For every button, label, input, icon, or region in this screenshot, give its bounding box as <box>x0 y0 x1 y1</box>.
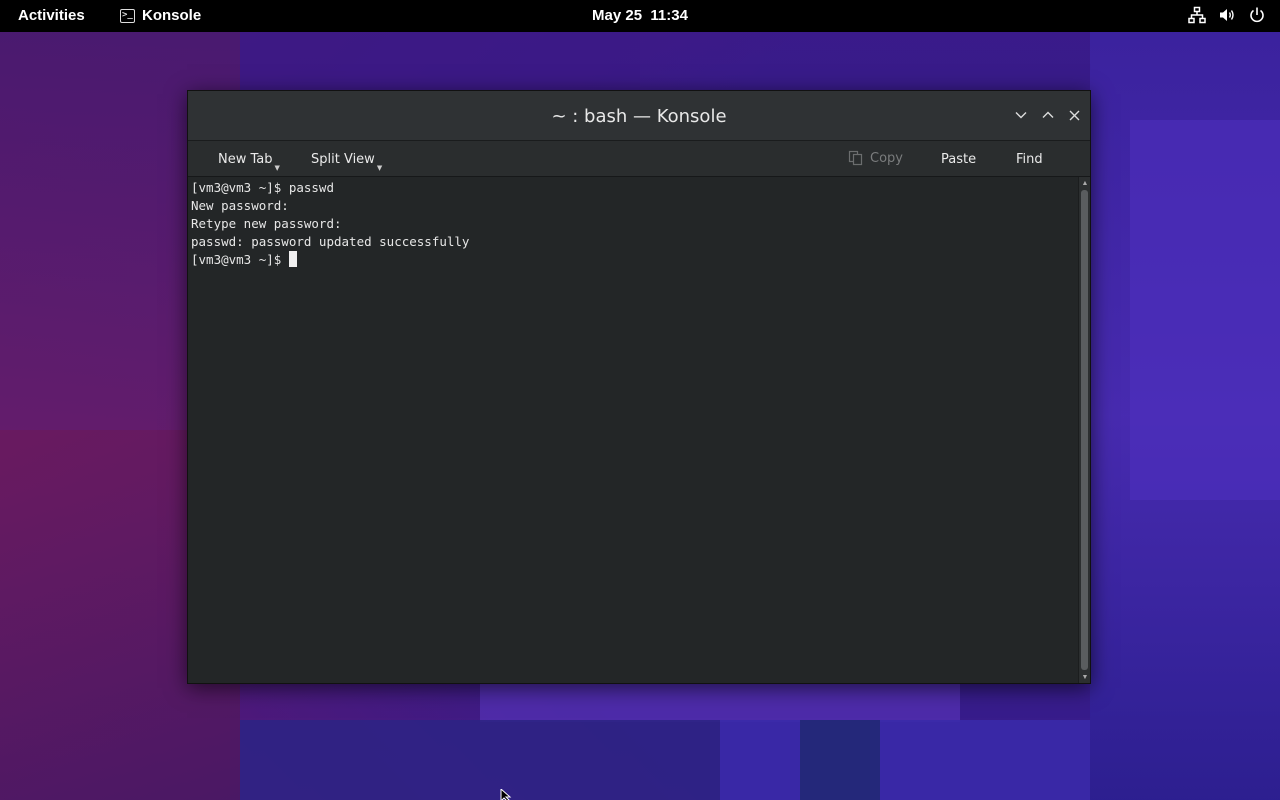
power-icon[interactable] <box>1248 6 1266 24</box>
maximize-icon[interactable] <box>1040 106 1055 124</box>
terminal-line: passwd: password updated successfully <box>191 234 470 249</box>
new-tab-label: New Tab <box>218 152 273 167</box>
system-tray[interactable] <box>1188 6 1266 24</box>
mouse-pointer-icon <box>500 787 512 800</box>
wallpaper-shape <box>240 32 640 92</box>
copy-button[interactable]: Copy <box>848 150 903 166</box>
scroll-down-icon[interactable]: ▼ <box>1079 671 1091 683</box>
find-button[interactable]: Find <box>1016 152 1043 167</box>
terminal-line: [vm3@vm3 ~]$ passwd <box>191 180 334 195</box>
split-view-button[interactable]: Split View▼ <box>311 152 382 172</box>
app-menu-label: Konsole <box>142 7 202 24</box>
wallpaper-shape <box>720 720 1090 800</box>
network-icon[interactable] <box>1188 6 1206 24</box>
top-bar: Activities >_ Konsole May 25 11:34 <box>0 0 1280 32</box>
wallpaper-shape <box>240 720 720 800</box>
terminal-line: Retype new password: <box>191 216 342 231</box>
split-view-dropdown-icon[interactable]: ▼ <box>377 164 382 172</box>
window-controls <box>1013 106 1082 124</box>
new-tab-dropdown-icon[interactable]: ▼ <box>275 164 280 172</box>
window-titlebar[interactable]: ~ : bash — Konsole <box>188 91 1090 141</box>
scroll-up-icon[interactable]: ▲ <box>1079 177 1091 189</box>
terminal-prompt-line[interactable]: [vm3@vm3 ~]$ <box>191 251 1075 269</box>
konsole-window: ~ : bash — Konsole New Tab▼ Split View▼ <box>187 90 1091 684</box>
wallpaper-shape <box>1130 120 1280 500</box>
konsole-app-icon: >_ <box>120 8 135 23</box>
text-cursor <box>288 251 297 267</box>
terminal-line: New password: <box>191 198 289 213</box>
wallpaper-shape <box>800 720 880 800</box>
clock-date[interactable]: May 25 <box>592 7 642 24</box>
split-view-label: Split View <box>311 152 375 167</box>
close-icon[interactable] <box>1067 106 1082 124</box>
copy-icon <box>848 150 863 166</box>
terminal-output[interactable]: [vm3@vm3 ~]$ passwd New password: Retype… <box>188 177 1078 683</box>
copy-label: Copy <box>870 150 903 166</box>
volume-icon[interactable] <box>1218 6 1236 24</box>
scrollbar-thumb[interactable] <box>1081 190 1088 670</box>
terminal-prompt: [vm3@vm3 ~]$ <box>191 252 289 267</box>
clock-time[interactable]: 11:34 <box>650 7 688 24</box>
terminal-scrollbar[interactable]: ▲ ▼ <box>1078 177 1090 683</box>
wallpaper-shape <box>480 682 960 722</box>
activities-button[interactable]: Activities <box>18 7 85 24</box>
new-tab-button[interactable]: New Tab▼ <box>218 152 280 172</box>
window-title: ~ : bash — Konsole <box>551 106 727 127</box>
paste-button[interactable]: Paste <box>941 152 976 167</box>
app-menu-button[interactable]: >_ Konsole <box>120 7 201 24</box>
minimize-icon[interactable] <box>1013 106 1028 124</box>
konsole-toolbar: New Tab▼ Split View▼ Copy Paste Find <box>188 141 1090 177</box>
